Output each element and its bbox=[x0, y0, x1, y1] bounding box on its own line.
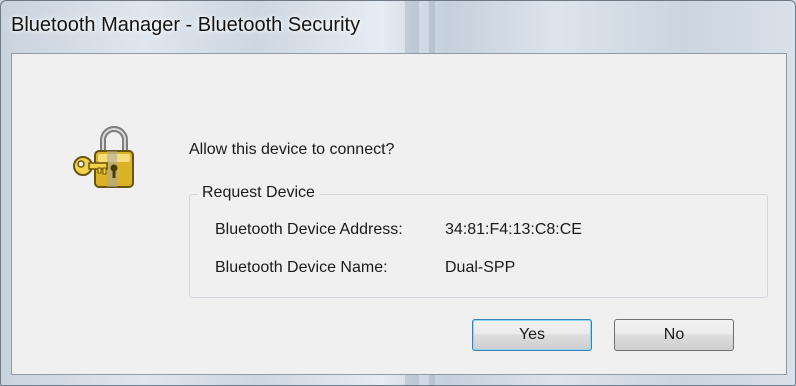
device-address-value: 34:81:F4:13:C8:CE bbox=[445, 221, 582, 238]
padlock-with-key-icon bbox=[67, 122, 139, 194]
device-address-row: Bluetooth Device Address: 34:81:F4:13:C8:… bbox=[215, 221, 582, 239]
dialog-client-area: Allow this device to connect? Request De… bbox=[11, 53, 787, 375]
no-button[interactable]: No bbox=[614, 319, 734, 351]
device-name-row: Bluetooth Device Name: Dual-SPP bbox=[215, 259, 515, 277]
device-address-label: Bluetooth Device Address: bbox=[215, 221, 403, 238]
dialog-window: Bluetooth Manager - Bluetooth Security A… bbox=[0, 0, 796, 386]
group-title: Request Device bbox=[198, 184, 319, 202]
yes-button[interactable]: Yes bbox=[472, 319, 592, 351]
device-name-value: Dual-SPP bbox=[445, 259, 516, 276]
window-title: Bluetooth Manager - Bluetooth Security bbox=[11, 14, 361, 36]
connection-prompt: Allow this device to connect? bbox=[189, 141, 395, 158]
request-device-group: Request Device Bluetooth Device Address:… bbox=[189, 184, 768, 298]
device-name-label: Bluetooth Device Name: bbox=[215, 259, 388, 276]
title-bar[interactable]: Bluetooth Manager - Bluetooth Security bbox=[1, 1, 795, 53]
